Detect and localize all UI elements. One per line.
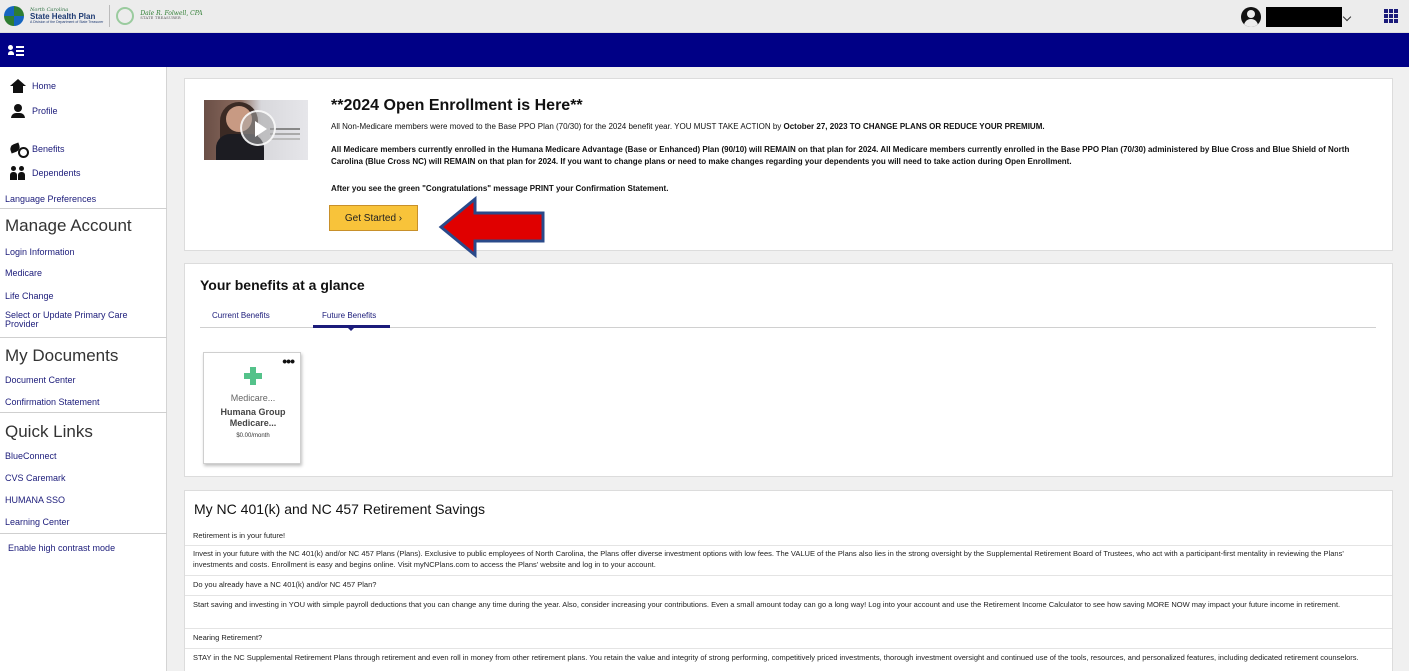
quick-links-heading: Quick Links — [5, 422, 93, 441]
sidebar: Home Profile Benefits Dependents Languag… — [0, 67, 167, 671]
get-started-button[interactable]: Get Started › — [329, 205, 418, 231]
sidebar-item-home[interactable]: Home — [10, 79, 56, 93]
sidebar-item-medicare[interactable]: Medicare — [5, 268, 42, 278]
logo-mark-icon — [4, 6, 24, 26]
user-menu-chevron-icon[interactable] — [1342, 12, 1352, 22]
plan-name-line2: Medicare... — [229, 418, 277, 428]
enrollment-p1-deadline: October 27, 2023 TO CHANGE PLANS OR REDU… — [783, 122, 1045, 131]
red-arrow-annotation — [438, 195, 545, 259]
sidebar-item-dependents[interactable]: Dependents — [10, 166, 81, 180]
sidebar-item-label: Benefits — [32, 144, 65, 154]
enrollment-paragraph-print: After you see the green "Congratulations… — [331, 184, 669, 193]
enrollment-p1-text: All Non-Medicare members were moved to t… — [331, 122, 784, 131]
medical-plus-icon — [244, 367, 262, 385]
benefit-plan-name: Humana Group Medicare... — [204, 407, 302, 429]
sidebar-divider — [0, 412, 167, 413]
dependents-icon — [10, 166, 26, 180]
user-name-redacted[interactable] — [1266, 7, 1342, 27]
retirement-row: Start saving and investing in YOU with s… — [185, 595, 1392, 611]
user-avatar-icon[interactable] — [1241, 7, 1261, 27]
sidebar-item-benefits[interactable]: Benefits — [10, 142, 65, 158]
tab-current-benefits[interactable]: Current Benefits — [212, 311, 270, 320]
menu-toggle-icon[interactable] — [8, 43, 24, 57]
enrollment-video-thumbnail[interactable] — [204, 100, 308, 160]
benefits-glance-title: Your benefits at a glance — [200, 277, 365, 293]
sidebar-item-label: Home — [32, 81, 57, 91]
sidebar-item-life-change[interactable]: Life Change — [5, 291, 54, 301]
sidebar-item-profile[interactable]: Profile — [10, 104, 58, 118]
play-icon[interactable] — [240, 110, 276, 146]
sidebar-divider — [0, 337, 167, 338]
retirement-savings-card: My NC 401(k) and NC 457 Retirement Savin… — [184, 490, 1393, 671]
sidebar-item-primary-care-provider[interactable]: Select or Update Primary Care Provider — [5, 311, 145, 329]
sidebar-item-blueconnect[interactable]: BlueConnect — [5, 451, 57, 461]
tab-future-benefits[interactable]: Future Benefits — [322, 311, 376, 320]
sidebar-divider — [0, 208, 167, 209]
sidebar-item-cvs-caremark[interactable]: CVS Caremark — [5, 473, 66, 483]
treasurer-seal-icon — [116, 7, 135, 25]
sidebar-item-label: Profile — [32, 106, 58, 116]
sidebar-item-login-information[interactable]: Login Information — [5, 247, 75, 257]
benefit-type: Medicare... — [230, 393, 276, 403]
plan-name-line1: Humana Group — [220, 407, 286, 417]
retirement-row: Retirement is in your future! — [193, 531, 286, 540]
profile-icon — [10, 104, 26, 118]
benefits-icon — [10, 142, 29, 158]
manage-account-heading: Manage Account — [5, 216, 132, 235]
logo-divider — [109, 5, 111, 27]
my-documents-heading: My Documents — [5, 346, 119, 365]
benefit-tile-humana[interactable]: ••• Medicare... Humana Group Medicare...… — [203, 352, 301, 464]
home-icon — [10, 79, 26, 93]
high-contrast-toggle[interactable]: Enable high contrast mode — [8, 543, 115, 553]
sidebar-item-humana-sso[interactable]: HUMANA SSO — [5, 495, 65, 505]
open-enrollment-card: **2024 Open Enrollment is Here** All Non… — [184, 78, 1393, 251]
benefits-at-a-glance-card: Your benefits at a glance Current Benefi… — [184, 263, 1393, 477]
logo-subtitle: A Division of the Department of State Tr… — [30, 19, 104, 24]
sidebar-item-confirmation-statement[interactable]: Confirmation Statement — [5, 397, 100, 407]
retirement-row: Invest in your future with the NC 401(k)… — [185, 545, 1392, 570]
enrollment-paragraph-non-medicare: All Non-Medicare members were moved to t… — [331, 121, 1381, 133]
apps-grid-icon[interactable] — [1384, 9, 1398, 23]
sidebar-item-language-preferences[interactable]: Language Preferences — [5, 194, 96, 204]
benefit-cost: $0.00/month — [236, 433, 270, 439]
logo-text: North Carolina State Health Plan A Divis… — [30, 7, 104, 25]
state-health-plan-logo[interactable]: North Carolina State Health Plan A Divis… — [4, 3, 203, 29]
signature-sub: STATE TREASURER — [140, 16, 181, 21]
retirement-row: Do you already have a NC 401(k) and/or N… — [185, 575, 1392, 591]
nav-band — [0, 33, 1409, 67]
sidebar-item-learning-center[interactable]: Learning Center — [5, 517, 70, 527]
more-options-icon[interactable]: ••• — [282, 353, 295, 369]
top-bar: North Carolina State Health Plan A Divis… — [0, 0, 1409, 33]
sidebar-divider — [0, 533, 167, 534]
enrollment-paragraph-medicare: All Medicare members currently enrolled … — [331, 145, 1350, 166]
sidebar-item-label: Dependents — [32, 168, 81, 178]
retirement-row: Nearing Retirement? — [185, 628, 1392, 644]
retirement-title: My NC 401(k) and NC 457 Retirement Savin… — [194, 501, 486, 517]
active-tab-indicator — [313, 325, 390, 331]
treasurer-signature: Dale R. Folwell, CPA STATE TREASURER — [140, 10, 202, 21]
sidebar-item-document-center[interactable]: Document Center — [5, 375, 76, 385]
retirement-row: STAY in the NC Supplemental Retirement P… — [185, 648, 1392, 664]
enrollment-title: **2024 Open Enrollment is Here** — [331, 97, 583, 114]
